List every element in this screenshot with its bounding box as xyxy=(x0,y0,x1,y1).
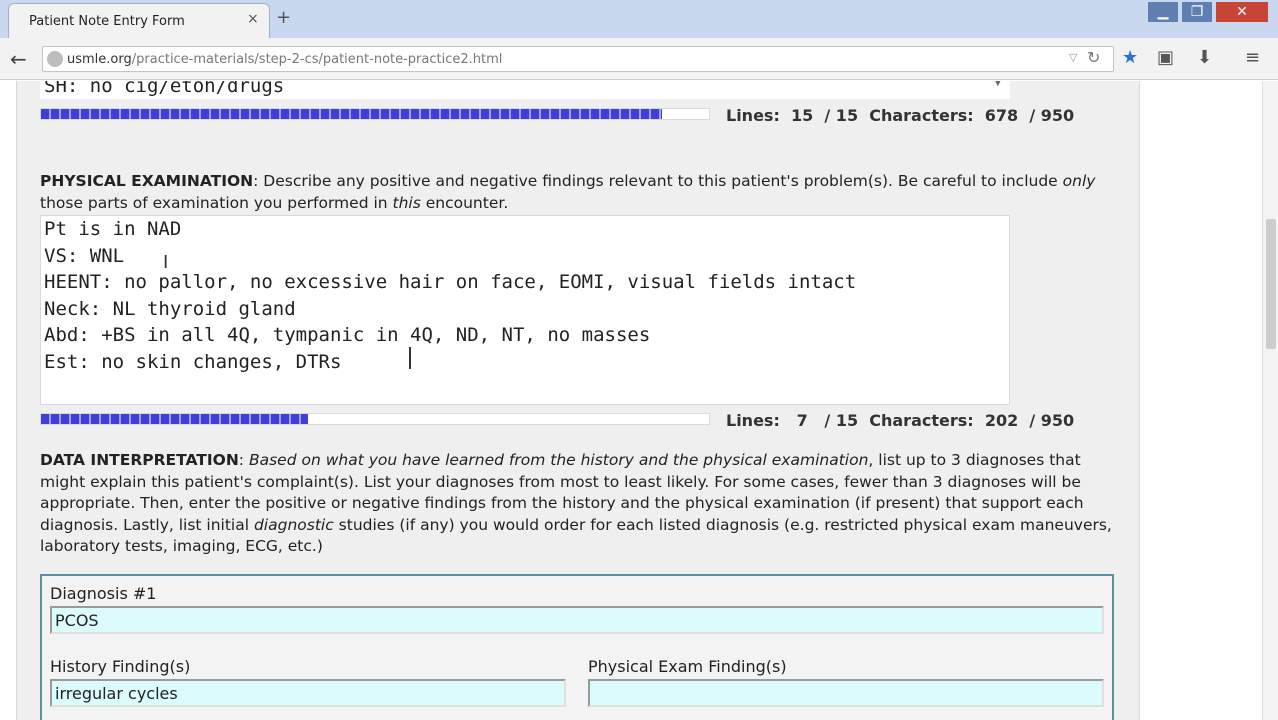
history-progress-fill xyxy=(41,109,663,119)
pe-line: Neck: NL thyroid gland xyxy=(44,298,296,320)
scroll-down-icon[interactable]: ▼ xyxy=(994,81,1002,88)
tab-close-icon[interactable]: × xyxy=(247,11,259,27)
download-icon[interactable]: ⬇ xyxy=(1197,47,1212,68)
pe-line: Est: no skin changes, DTRs xyxy=(44,351,353,373)
lines-max: / 15 xyxy=(824,106,859,125)
maximize-button[interactable]: ❐ xyxy=(1182,2,1212,22)
characters-max: / 950 xyxy=(1029,106,1075,125)
pe-findings-label: Physical Exam Finding(s) xyxy=(588,657,787,676)
characters-max: / 950 xyxy=(1029,411,1075,430)
pe-line: Abd: +BS in all 4Q, tympanic in 4Q, ND, … xyxy=(44,324,651,346)
history-findings-label: History Finding(s) xyxy=(50,657,191,676)
pe-progress-fill xyxy=(41,414,309,424)
back-icon[interactable]: ← xyxy=(10,47,27,71)
page-viewport: SH: no cig/etoh/drugs ▼ Lines: 15 / 15 C… xyxy=(0,81,1262,720)
globe-icon xyxy=(47,51,63,67)
physical-exam-heading: PHYSICAL EXAMINATION xyxy=(40,172,254,190)
pe-counter: Lines: 7 / 15 Characters: 202 / 950 xyxy=(726,411,1074,430)
new-tab-button[interactable]: + xyxy=(276,7,291,28)
characters-value: 678 xyxy=(984,106,1019,125)
browser-toolbar: ← usmle.org/practice-materials/step-2-cs… xyxy=(0,38,1278,80)
diagnosis-1-group: Diagnosis #1 PCOS History Finding(s) irr… xyxy=(40,574,1114,720)
star-icon[interactable]: ★ xyxy=(1122,47,1138,68)
pe-findings-input[interactable] xyxy=(588,679,1104,707)
characters-label: Characters: xyxy=(869,411,974,430)
physical-exam-textarea[interactable]: Pt is in NAD VS: WNL HEENT: no pallor, n… xyxy=(40,215,1010,405)
history-last-line: SH: no cig/etoh/drugs xyxy=(44,81,285,97)
pe-line: HEENT: no pallor, no excessive hair on f… xyxy=(44,271,857,293)
tab-bar: Patient Note Entry Form × + ▁ ❐ ✕ xyxy=(0,0,1278,38)
pe-line: VS: WNL xyxy=(44,245,125,267)
pe-line: Pt is in NAD xyxy=(44,218,182,240)
lines-max: / 15 xyxy=(824,411,859,430)
clipboard-icon[interactable]: ▣ xyxy=(1157,47,1174,68)
tab-title: Patient Note Entry Form xyxy=(29,14,185,29)
menu-icon[interactable]: ≡ xyxy=(1245,47,1260,68)
data-interpretation-instructions: DATA INTERPRETATION: Based on what you h… xyxy=(40,451,1112,555)
browser-tab[interactable]: Patient Note Entry Form × xyxy=(8,3,270,38)
characters-value: 202 xyxy=(984,411,1019,430)
url-text: usmle.org/practice-materials/step-2-cs/p… xyxy=(67,52,503,67)
minimize-button[interactable]: ▁ xyxy=(1148,2,1178,22)
caret xyxy=(409,347,411,369)
diagnosis-1-label: Diagnosis #1 xyxy=(50,584,157,603)
address-bar[interactable]: usmle.org/practice-materials/step-2-cs/p… xyxy=(42,46,1114,72)
close-window-button[interactable]: ✕ xyxy=(1216,2,1268,22)
reload-icon[interactable]: ↻ xyxy=(1087,48,1100,67)
history-textarea[interactable]: SH: no cig/etoh/drugs ▼ xyxy=(40,81,1010,99)
lines-label: Lines: xyxy=(726,106,780,125)
lines-label: Lines: xyxy=(726,411,780,430)
scrollbar-thumb[interactable] xyxy=(1266,219,1276,349)
url-dropdown-icon[interactable]: ▽ xyxy=(1069,51,1077,64)
pe-progress-bar xyxy=(40,413,710,425)
text-cursor-icon: I xyxy=(163,252,169,273)
lines-value: 7 xyxy=(796,411,808,430)
characters-label: Characters: xyxy=(869,106,974,125)
physical-exam-instructions: PHYSICAL EXAMINATION: Describe any posit… xyxy=(40,172,1096,212)
diagnosis-1-input[interactable]: PCOS xyxy=(50,606,1104,634)
history-findings-input[interactable]: irregular cycles xyxy=(50,679,566,707)
lines-value: 15 xyxy=(790,106,814,125)
history-progress-bar xyxy=(40,108,710,120)
history-counter: Lines: 15 / 15 Characters: 678 / 950 xyxy=(726,106,1074,125)
data-interpretation-heading: DATA INTERPRETATION xyxy=(40,451,239,469)
page-scrollbar[interactable] xyxy=(1262,81,1278,720)
